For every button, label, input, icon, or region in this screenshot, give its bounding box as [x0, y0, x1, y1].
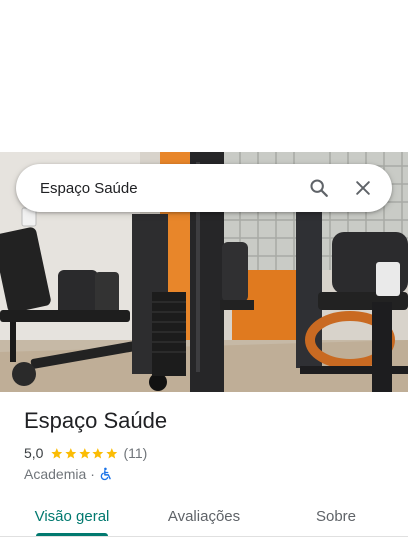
star-icon: [106, 447, 118, 458]
review-count[interactable]: (11): [123, 445, 147, 461]
close-icon: [356, 181, 370, 195]
tab-avaliacoes[interactable]: Avaliações: [156, 496, 252, 536]
search-bar[interactable]: Espaço Saúde: [16, 164, 392, 212]
star-icon: [51, 447, 63, 458]
map-blank-area: [0, 0, 408, 152]
rating-value: 5,0: [24, 445, 44, 461]
tab-visao-geral[interactable]: Visão geral: [24, 496, 120, 536]
star-icon: [65, 447, 77, 458]
place-title: Espaço Saúde: [24, 408, 168, 433]
rating-row[interactable]: 5,0 (11): [24, 444, 147, 462]
tab-sobre[interactable]: Sobre: [296, 496, 376, 536]
tabs-divider: [0, 536, 408, 537]
wheelchair-icon: [100, 467, 111, 481]
rating-stars: [50, 447, 118, 460]
separator-dot: ·: [90, 466, 95, 482]
search-input[interactable]: Espaço Saúde: [40, 180, 300, 197]
search-icon: [310, 179, 328, 197]
star-icon: [92, 447, 104, 458]
category-row: Academia ·: [24, 465, 113, 483]
star-icon: [79, 447, 90, 458]
place-category: Academia: [24, 466, 87, 482]
place-tabs: Visão geral Avaliações Sobre: [0, 496, 408, 540]
search-button[interactable]: [300, 169, 338, 207]
close-button[interactable]: [344, 169, 382, 207]
